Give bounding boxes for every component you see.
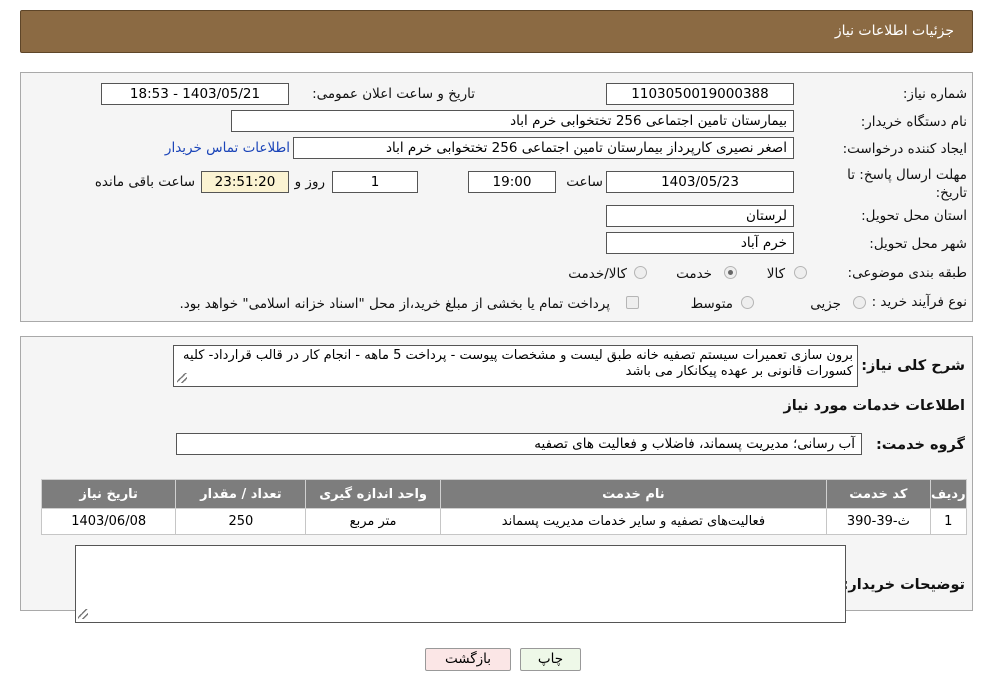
col-name-header: نام خدمت	[439, 479, 828, 509]
back-button[interactable]: بازگشت	[425, 648, 511, 671]
cell-qty: 250	[175, 508, 307, 535]
category-goods-service-label: کالا/خدمت	[568, 266, 627, 282]
deadline-label: مهلت ارسال پاسخ: تا تاریخ:	[847, 167, 967, 201]
creator-label: ایجاد کننده درخواست:	[842, 141, 967, 157]
province-field: لرستان	[606, 205, 794, 227]
buyer-notes-textarea[interactable]	[75, 545, 846, 623]
deadline-time-label: ساعت	[566, 174, 603, 190]
remaining-time-label: ساعت باقی مانده	[94, 174, 195, 190]
category-service-label: خدمت	[676, 266, 712, 282]
process-minor-radio[interactable]	[853, 296, 866, 309]
description-text: برون سازی تعمیرات سیستم تصفیه خانه طبق ل…	[183, 348, 853, 379]
resize-handle-icon[interactable]	[177, 373, 187, 383]
process-minor-label: جزیی	[810, 296, 841, 312]
creator-field: اصغر نصیری کارپرداز بیمارستان تامین اجتم…	[293, 137, 794, 159]
deadline-date-field: 1403/05/23	[606, 171, 794, 193]
process-medium-radio[interactable]	[741, 296, 754, 309]
table-header-row: ردیف کد خدمت نام خدمت واحد اندازه گیری ت…	[40, 479, 968, 509]
page-header: جزئیات اطلاعات نیاز	[20, 10, 973, 53]
remaining-time-field: 23:51:20	[201, 171, 289, 193]
category-service-radio[interactable]	[724, 266, 737, 279]
table-row: 1 ث-39-390 فعالیت‌های تصفیه و سایر خدمات…	[40, 508, 968, 535]
notes-resize-handle-icon[interactable]	[78, 609, 88, 619]
cell-unit: متر مربع	[305, 508, 441, 535]
description-label: شرح کلی نیاز:	[861, 358, 965, 374]
city-field: خرم آباد	[606, 232, 794, 254]
col-unit-header: واحد اندازه گیری	[305, 479, 441, 509]
city-label: شهر محل تحویل:	[869, 236, 967, 252]
col-row-header: ردیف	[929, 479, 968, 509]
buyer-notes-label: توضیحات خریدار:	[842, 577, 965, 593]
buyer-org-field: بیمارستان تامین اجتماعی 256 تختخوابی خرم…	[231, 110, 794, 132]
cell-date: 1403/06/08	[40, 508, 177, 535]
need-number-label: شماره نیاز:	[902, 86, 967, 102]
service-group-field: آب رسانی؛ مدیریت پسماند، فاضلاب و فعالیت…	[176, 433, 862, 455]
category-goods-radio[interactable]	[794, 266, 807, 279]
description-textarea[interactable]: برون سازی تعمیرات سیستم تصفیه خانه طبق ل…	[173, 345, 858, 387]
treasury-note: پرداخت تمام یا بخشی از مبلغ خرید،از محل …	[179, 296, 610, 312]
print-button[interactable]: چاپ	[520, 648, 581, 671]
cell-code: ث-39-390	[826, 508, 931, 535]
buyer-org-label: نام دستگاه خریدار:	[860, 114, 967, 130]
services-section-title: اطلاعات خدمات مورد نیاز	[783, 398, 965, 414]
service-group-label: گروه خدمت:	[875, 437, 965, 453]
announce-datetime-label: تاریخ و ساعت اعلان عمومی:	[312, 86, 475, 102]
announce-datetime-field: 1403/05/21 - 18:53	[101, 83, 289, 105]
need-number-field: 1103050019000388	[606, 83, 794, 105]
category-goods-label: کالا	[766, 266, 785, 282]
days-field: 1	[332, 171, 418, 193]
category-goods-service-radio[interactable]	[634, 266, 647, 279]
cell-row: 1	[929, 508, 968, 535]
process-medium-label: متوسط	[690, 296, 733, 312]
col-qty-header: تعداد / مقدار	[175, 479, 307, 509]
page-title: جزئیات اطلاعات نیاز	[834, 23, 954, 39]
days-label: روز و	[294, 174, 325, 190]
col-date-header: تاریخ نیاز	[40, 479, 177, 509]
process-label: نوع فرآیند خرید :	[871, 294, 967, 310]
province-label: استان محل تحویل:	[861, 208, 967, 224]
buyer-contact-link[interactable]: اطلاعات تماس خریدار	[165, 140, 290, 156]
cell-name: فعالیت‌های تصفیه و سایر خدمات مدیریت پسم…	[439, 508, 828, 535]
deadline-time-field: 19:00	[468, 171, 556, 193]
treasury-checkbox[interactable]	[626, 296, 639, 309]
category-label: طبقه بندی موضوعی:	[847, 265, 967, 281]
services-table: ردیف کد خدمت نام خدمت واحد اندازه گیری ت…	[40, 479, 968, 535]
col-code-header: کد خدمت	[826, 479, 931, 509]
